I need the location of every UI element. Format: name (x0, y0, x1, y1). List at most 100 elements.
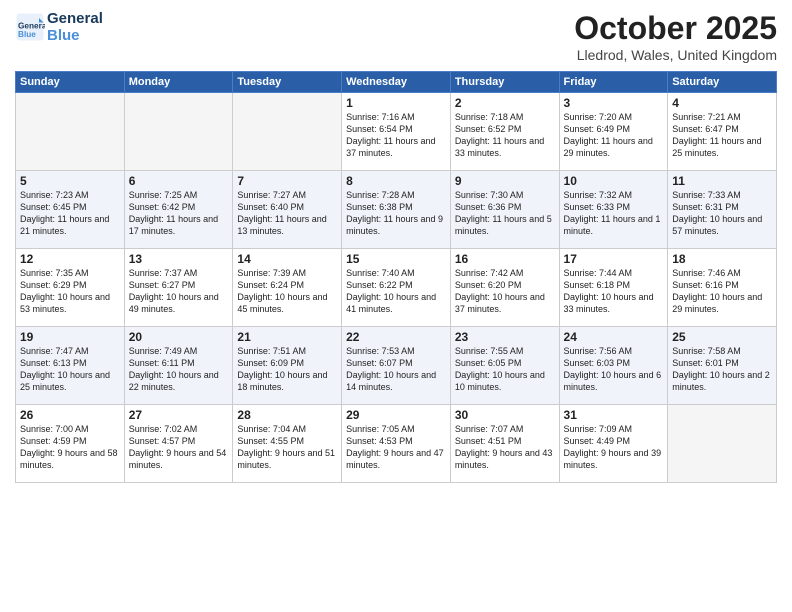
day-info: Sunrise: 7:39 AM (237, 267, 337, 279)
table-row: 15Sunrise: 7:40 AMSunset: 6:22 PMDayligh… (342, 249, 451, 327)
day-info: Sunrise: 7:02 AM (129, 423, 229, 435)
day-number: 9 (455, 174, 555, 188)
day-info: Sunrise: 7:42 AM (455, 267, 555, 279)
table-row: 16Sunrise: 7:42 AMSunset: 6:20 PMDayligh… (450, 249, 559, 327)
day-info: Daylight: 9 hours and 43 minutes. (455, 447, 555, 471)
day-info: Sunset: 6:54 PM (346, 123, 446, 135)
table-row: 8Sunrise: 7:28 AMSunset: 6:38 PMDaylight… (342, 171, 451, 249)
day-info: Sunset: 6:52 PM (455, 123, 555, 135)
day-info: Daylight: 10 hours and 41 minutes. (346, 291, 446, 315)
day-info: Sunset: 6:07 PM (346, 357, 446, 369)
day-number: 14 (237, 252, 337, 266)
day-info: Sunset: 6:38 PM (346, 201, 446, 213)
col-monday: Monday (124, 72, 233, 93)
table-row: 3Sunrise: 7:20 AMSunset: 6:49 PMDaylight… (559, 93, 668, 171)
calendar-week-row: 26Sunrise: 7:00 AMSunset: 4:59 PMDayligh… (16, 405, 777, 483)
day-number: 8 (346, 174, 446, 188)
day-info: Daylight: 10 hours and 33 minutes. (564, 291, 664, 315)
day-info: Daylight: 9 hours and 47 minutes. (346, 447, 446, 471)
table-row (668, 405, 777, 483)
day-info: Daylight: 10 hours and 2 minutes. (672, 369, 772, 393)
day-info: Sunset: 6:31 PM (672, 201, 772, 213)
table-row: 26Sunrise: 7:00 AMSunset: 4:59 PMDayligh… (16, 405, 125, 483)
col-tuesday: Tuesday (233, 72, 342, 93)
day-number: 30 (455, 408, 555, 422)
day-info: Sunrise: 7:32 AM (564, 189, 664, 201)
day-info: Sunset: 6:24 PM (237, 279, 337, 291)
day-info: Daylight: 11 hours and 37 minutes. (346, 135, 446, 159)
day-number: 28 (237, 408, 337, 422)
table-row: 25Sunrise: 7:58 AMSunset: 6:01 PMDayligh… (668, 327, 777, 405)
day-info: Sunset: 6:42 PM (129, 201, 229, 213)
day-info: Daylight: 10 hours and 49 minutes. (129, 291, 229, 315)
day-info: Sunrise: 7:53 AM (346, 345, 446, 357)
table-row: 5Sunrise: 7:23 AMSunset: 6:45 PMDaylight… (16, 171, 125, 249)
table-row: 13Sunrise: 7:37 AMSunset: 6:27 PMDayligh… (124, 249, 233, 327)
day-info: Daylight: 10 hours and 37 minutes. (455, 291, 555, 315)
day-info: Daylight: 11 hours and 1 minute. (564, 213, 664, 237)
day-info: Sunrise: 7:58 AM (672, 345, 772, 357)
table-row (233, 93, 342, 171)
table-row: 27Sunrise: 7:02 AMSunset: 4:57 PMDayligh… (124, 405, 233, 483)
day-number: 19 (20, 330, 120, 344)
table-row: 9Sunrise: 7:30 AMSunset: 6:36 PMDaylight… (450, 171, 559, 249)
table-row: 30Sunrise: 7:07 AMSunset: 4:51 PMDayligh… (450, 405, 559, 483)
table-row (16, 93, 125, 171)
day-info: Sunrise: 7:35 AM (20, 267, 120, 279)
day-info: Sunset: 6:22 PM (346, 279, 446, 291)
day-info: Sunset: 6:49 PM (564, 123, 664, 135)
table-row: 7Sunrise: 7:27 AMSunset: 6:40 PMDaylight… (233, 171, 342, 249)
day-number: 18 (672, 252, 772, 266)
day-number: 24 (564, 330, 664, 344)
day-number: 3 (564, 96, 664, 110)
day-info: Daylight: 10 hours and 25 minutes. (20, 369, 120, 393)
day-info: Daylight: 11 hours and 21 minutes. (20, 213, 120, 237)
day-info: Sunset: 6:05 PM (455, 357, 555, 369)
svg-text:Blue: Blue (18, 30, 36, 39)
day-info: Sunrise: 7:04 AM (237, 423, 337, 435)
title-block: October 2025 Lledrod, Wales, United King… (574, 10, 777, 63)
table-row: 4Sunrise: 7:21 AMSunset: 6:47 PMDaylight… (668, 93, 777, 171)
day-info: Sunrise: 7:56 AM (564, 345, 664, 357)
day-info: Sunset: 6:13 PM (20, 357, 120, 369)
day-info: Sunrise: 7:27 AM (237, 189, 337, 201)
calendar-header-row: Sunday Monday Tuesday Wednesday Thursday… (16, 72, 777, 93)
day-number: 10 (564, 174, 664, 188)
day-info: Sunrise: 7:51 AM (237, 345, 337, 357)
col-friday: Friday (559, 72, 668, 93)
col-saturday: Saturday (668, 72, 777, 93)
day-info: Daylight: 10 hours and 6 minutes. (564, 369, 664, 393)
day-number: 21 (237, 330, 337, 344)
day-info: Sunset: 6:16 PM (672, 279, 772, 291)
day-info: Sunset: 6:20 PM (455, 279, 555, 291)
day-info: Sunset: 6:27 PM (129, 279, 229, 291)
day-number: 12 (20, 252, 120, 266)
logo: General Blue General Blue (15, 10, 103, 45)
table-row: 24Sunrise: 7:56 AMSunset: 6:03 PMDayligh… (559, 327, 668, 405)
col-thursday: Thursday (450, 72, 559, 93)
logo-line2: Blue (47, 27, 103, 44)
day-info: Daylight: 11 hours and 29 minutes. (564, 135, 664, 159)
day-info: Sunset: 6:11 PM (129, 357, 229, 369)
day-number: 13 (129, 252, 229, 266)
table-row: 22Sunrise: 7:53 AMSunset: 6:07 PMDayligh… (342, 327, 451, 405)
day-info: Sunset: 4:59 PM (20, 435, 120, 447)
day-info: Sunrise: 7:07 AM (455, 423, 555, 435)
day-info: Sunset: 4:57 PM (129, 435, 229, 447)
day-info: Sunset: 6:29 PM (20, 279, 120, 291)
calendar-week-row: 1Sunrise: 7:16 AMSunset: 6:54 PMDaylight… (16, 93, 777, 171)
day-info: Daylight: 10 hours and 53 minutes. (20, 291, 120, 315)
day-info: Sunrise: 7:00 AM (20, 423, 120, 435)
day-info: Sunset: 4:51 PM (455, 435, 555, 447)
calendar-table: Sunday Monday Tuesday Wednesday Thursday… (15, 71, 777, 483)
day-info: Sunset: 6:33 PM (564, 201, 664, 213)
day-number: 29 (346, 408, 446, 422)
calendar-week-row: 19Sunrise: 7:47 AMSunset: 6:13 PMDayligh… (16, 327, 777, 405)
day-number: 1 (346, 96, 446, 110)
day-info: Sunset: 6:45 PM (20, 201, 120, 213)
day-info: Sunset: 6:18 PM (564, 279, 664, 291)
page: General Blue General Blue October 2025 L… (0, 0, 792, 612)
day-info: Sunset: 6:01 PM (672, 357, 772, 369)
table-row: 17Sunrise: 7:44 AMSunset: 6:18 PMDayligh… (559, 249, 668, 327)
day-info: Sunset: 6:09 PM (237, 357, 337, 369)
